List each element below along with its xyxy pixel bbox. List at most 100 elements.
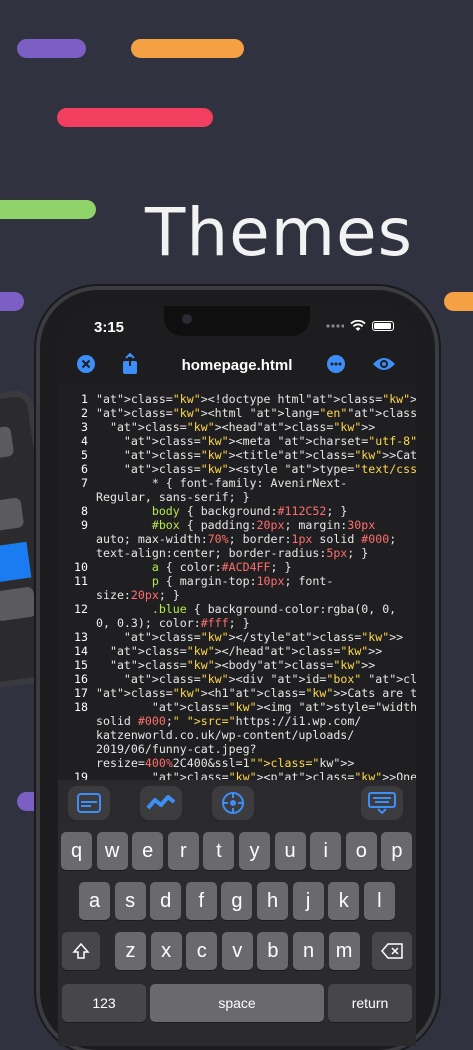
code-editor[interactable]: 1 "at">class="kw"><!doctype html"at">clas…: [58, 386, 416, 786]
camera-icon: [182, 314, 192, 324]
code-text: "at">class="kw"></style"at">class="kw">>: [123, 630, 404, 644]
file-title: homepage.html: [181, 357, 293, 374]
code-line[interactable]: 1 "at">class="kw"><!doctype html"at">clas…: [58, 392, 416, 406]
code-line[interactable]: katzenworld.co.uk/wp-content/uploads/: [58, 728, 416, 742]
code-line[interactable]: 13 "at">class="kw"></style"at">class="kw…: [58, 630, 416, 644]
code-line[interactable]: 11 p { margin-top:10px; font-: [58, 574, 416, 588]
key-c[interactable]: c: [186, 932, 218, 970]
line-number: 7: [81, 476, 88, 490]
key-i[interactable]: i: [310, 832, 342, 870]
delete-key[interactable]: [372, 932, 412, 970]
key-m[interactable]: m: [328, 932, 360, 970]
code-text: 0, 0.3); color:#fff; }: [96, 616, 250, 630]
code-line[interactable]: 7 * { font-family: AvenirNext-: [58, 476, 416, 490]
line-number: 3: [81, 420, 88, 434]
code-text: solid #000;" ">src="https://i1.wp.com/: [96, 714, 362, 728]
key-o[interactable]: o: [345, 832, 377, 870]
line-number: 11: [74, 574, 88, 588]
line-number: 14: [74, 644, 88, 658]
code-line[interactable]: 8 body { background:#112C52; }: [58, 504, 416, 518]
code-line[interactable]: 6 "at">class="kw"><style "at">type="text…: [58, 462, 416, 476]
theme-icon: [146, 795, 176, 810]
line-number: 16: [74, 672, 88, 686]
cursor-button[interactable]: [212, 786, 254, 820]
code-line[interactable]: 4 "at">class="kw"><meta "at">charset="ut…: [58, 434, 416, 448]
decor-pill-purple: [17, 39, 86, 58]
code-text: a { color:#ACD4FF; }: [151, 560, 292, 574]
key-w[interactable]: w: [96, 832, 128, 870]
back-key: [0, 425, 15, 462]
line-number: 8: [81, 504, 88, 518]
shift-icon: [72, 942, 90, 959]
key-g[interactable]: g: [221, 882, 253, 920]
code-line[interactable]: 3 "at">class="kw"><head"at">class="kw">>: [58, 420, 416, 434]
key-x[interactable]: x: [150, 932, 182, 970]
numbers-key[interactable]: 123: [62, 984, 146, 1022]
code-line[interactable]: 15 "at">class="kw"><body"at">class="kw">…: [58, 658, 416, 672]
code-text: "at">class="kw"><head"at">class="kw">>: [109, 420, 376, 434]
key-j[interactable]: j: [292, 882, 324, 920]
phone-screen: 3:15 homepage.html 1 "at">class="kw"><!do…: [58, 306, 416, 1046]
key-k[interactable]: k: [328, 882, 360, 920]
line-number: 6: [81, 462, 88, 476]
code-text: "at">class="kw"><title"at">class="kw">>C…: [123, 448, 416, 462]
editor-toolbar: homepage.html: [58, 346, 416, 384]
code-line[interactable]: 14 "at">class="kw"></head"at">class="kw"…: [58, 644, 416, 658]
snippets-button[interactable]: [68, 786, 110, 820]
key-s[interactable]: s: [114, 882, 146, 920]
code-text: auto; max-width:70%; border:1px solid #0…: [96, 532, 397, 546]
code-line[interactable]: Regular, sans-serif; }: [58, 490, 416, 504]
key-y[interactable]: y: [239, 832, 270, 870]
code-text: .blue { background-color:rgba(0, 0,: [151, 602, 397, 616]
status-time: 3:15: [94, 319, 125, 336]
back-search-key: earch: [0, 541, 32, 589]
code-line[interactable]: 2019/06/funny-cat.jpeg?: [58, 742, 416, 756]
code-text: #box { padding:20px; margin:30px: [151, 518, 376, 532]
code-line[interactable]: text-align:center; border-radius:5px; }: [58, 546, 416, 560]
code-line[interactable]: 10 a { color:#ACD4FF; }: [58, 560, 416, 574]
hide-keyboard-button[interactable]: [361, 786, 403, 820]
code-line[interactable]: 12 .blue { background-color:rgba(0, 0,: [58, 602, 416, 616]
theme-button[interactable]: [140, 786, 182, 820]
space-key[interactable]: space: [150, 984, 324, 1022]
key-n[interactable]: n: [293, 932, 324, 970]
key-a[interactable]: a: [79, 882, 110, 920]
code-line[interactable]: auto; max-width:70%; border:1px solid #0…: [58, 532, 416, 546]
code-line[interactable]: resize=400%2C400&ssl=1"">class="kw">>: [58, 756, 416, 770]
code-text: body { background:#112C52; }: [151, 504, 348, 518]
more-button[interactable]: [324, 352, 348, 376]
key-f[interactable]: f: [185, 882, 217, 920]
code-line[interactable]: 5 "at">class="kw"><title"at">class="kw">…: [58, 448, 416, 462]
key-b[interactable]: b: [257, 932, 289, 970]
snippets-icon: [77, 793, 101, 813]
code-line[interactable]: 18 "at">class="kw"><img "at">style="widt…: [58, 700, 416, 714]
key-u[interactable]: u: [274, 832, 306, 870]
key-q[interactable]: q: [61, 832, 92, 870]
key-t[interactable]: t: [203, 832, 235, 870]
preview-button[interactable]: [372, 352, 396, 376]
return-key[interactable]: return: [328, 984, 412, 1022]
code-line[interactable]: 16 "at">class="kw"><div "at">id="box" "a…: [58, 672, 416, 686]
code-line[interactable]: 0, 0.3); color:#fff; }: [58, 616, 416, 630]
key-h[interactable]: h: [257, 882, 288, 920]
code-line[interactable]: 17 "at">class="kw"><h1"at">class="kw">>Ca…: [58, 686, 416, 700]
line-number: 2: [81, 406, 88, 420]
code-line[interactable]: solid #000;" ">src="https://i1.wp.com/: [58, 714, 416, 728]
key-l[interactable]: l: [363, 882, 395, 920]
code-line[interactable]: 9 #box { padding:20px; margin:30px: [58, 518, 416, 532]
code-text: "at">class="kw"><h1"at">class="kw">>Cats…: [96, 686, 416, 700]
key-e[interactable]: e: [132, 832, 164, 870]
code-line[interactable]: 2 "at">class="kw"><html "at">lang="en""at…: [58, 406, 416, 420]
delete-icon: [381, 943, 403, 959]
key-v[interactable]: v: [221, 932, 253, 970]
more-icon: [327, 355, 345, 373]
code-line[interactable]: size:20px; }: [58, 588, 416, 602]
key-r[interactable]: r: [167, 832, 199, 870]
code-text: "at">class="kw"><style "at">type="text/c…: [123, 462, 416, 476]
shift-key[interactable]: [62, 932, 100, 970]
key-z[interactable]: z: [115, 932, 146, 970]
key-d[interactable]: d: [150, 882, 182, 920]
keyboard: qwertyuiop asdfghjkl zxcvbnm 123 space r…: [58, 826, 416, 1046]
accessory-bar: [58, 780, 416, 826]
key-p[interactable]: p: [381, 832, 413, 870]
